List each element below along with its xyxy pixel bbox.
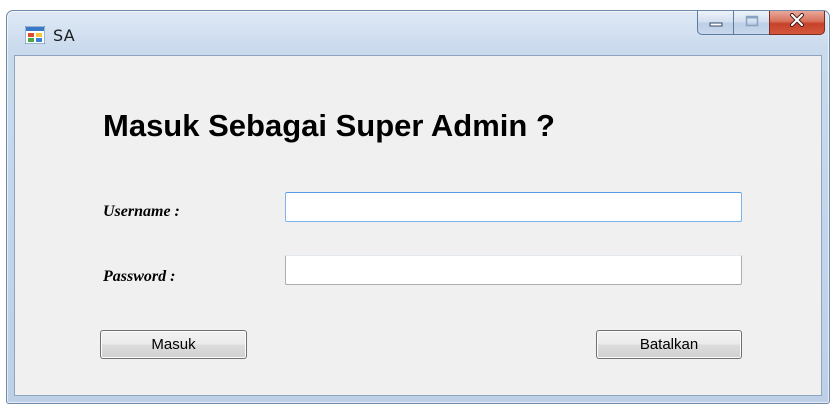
password-input[interactable] <box>285 255 742 285</box>
login-window: SA Masuk Sebagai Super Admin ? Username … <box>6 10 830 404</box>
username-label: Username : <box>103 203 180 220</box>
login-button[interactable]: Masuk <box>100 330 247 359</box>
minimize-icon <box>709 14 723 32</box>
page-title: Masuk Sebagai Super Admin ? <box>103 108 555 143</box>
maximize-icon <box>745 14 759 32</box>
minimize-button[interactable] <box>697 11 733 35</box>
window-title: SA <box>53 26 75 45</box>
maximize-button[interactable] <box>733 11 769 35</box>
caption-buttons <box>697 11 825 35</box>
form-body: Masuk Sebagai Super Admin ? Username : P… <box>14 55 822 396</box>
title-bar[interactable]: SA <box>7 11 829 55</box>
windows-form-icon <box>24 25 46 45</box>
close-button[interactable] <box>769 11 825 35</box>
password-label: Password : <box>103 268 176 285</box>
cancel-button[interactable]: Batalkan <box>596 330 742 359</box>
username-input[interactable] <box>285 192 742 222</box>
close-icon <box>789 13 805 32</box>
